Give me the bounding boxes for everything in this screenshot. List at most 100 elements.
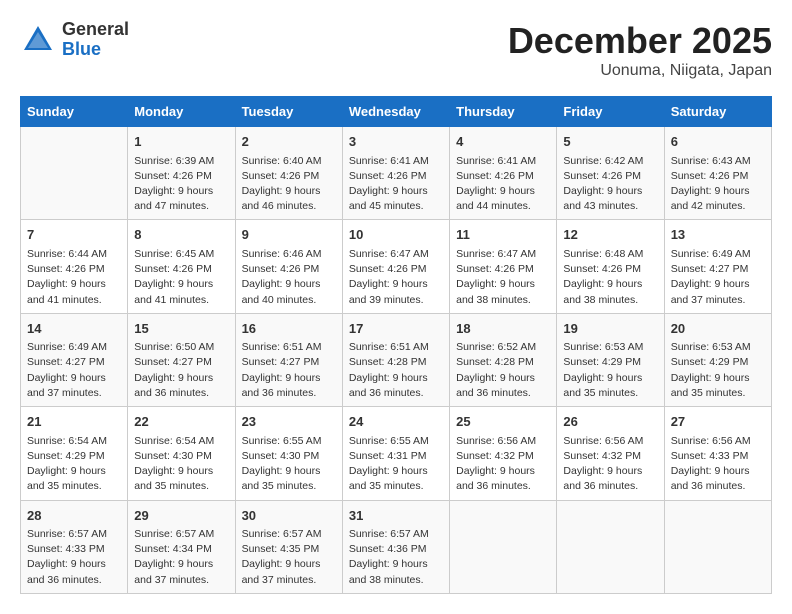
title-block: December 2025 Uonuma, Niigata, Japan bbox=[508, 20, 772, 80]
day-info: Sunrise: 6:45 AMSunset: 4:26 PMDaylight:… bbox=[134, 247, 228, 308]
weekday-header-saturday: Saturday bbox=[664, 97, 771, 127]
day-info: Sunrise: 6:55 AMSunset: 4:30 PMDaylight:… bbox=[242, 434, 336, 495]
day-number: 1 bbox=[134, 132, 228, 152]
day-number: 2 bbox=[242, 132, 336, 152]
day-info: Sunrise: 6:52 AMSunset: 4:28 PMDaylight:… bbox=[456, 340, 550, 401]
calendar-table: SundayMondayTuesdayWednesdayThursdayFrid… bbox=[20, 96, 772, 594]
day-number: 9 bbox=[242, 225, 336, 245]
day-info: Sunrise: 6:57 AMSunset: 4:33 PMDaylight:… bbox=[27, 527, 121, 588]
day-number: 13 bbox=[671, 225, 765, 245]
calendar-cell: 17Sunrise: 6:51 AMSunset: 4:28 PMDayligh… bbox=[342, 313, 449, 406]
day-info: Sunrise: 6:41 AMSunset: 4:26 PMDaylight:… bbox=[456, 154, 550, 215]
day-info: Sunrise: 6:46 AMSunset: 4:26 PMDaylight:… bbox=[242, 247, 336, 308]
calendar-cell: 19Sunrise: 6:53 AMSunset: 4:29 PMDayligh… bbox=[557, 313, 664, 406]
calendar-cell: 6Sunrise: 6:43 AMSunset: 4:26 PMDaylight… bbox=[664, 127, 771, 220]
week-row-4: 21Sunrise: 6:54 AMSunset: 4:29 PMDayligh… bbox=[21, 407, 772, 500]
calendar-cell: 4Sunrise: 6:41 AMSunset: 4:26 PMDaylight… bbox=[450, 127, 557, 220]
day-number: 14 bbox=[27, 319, 121, 339]
day-info: Sunrise: 6:51 AMSunset: 4:28 PMDaylight:… bbox=[349, 340, 443, 401]
day-number: 30 bbox=[242, 506, 336, 526]
calendar-cell: 22Sunrise: 6:54 AMSunset: 4:30 PMDayligh… bbox=[128, 407, 235, 500]
calendar-cell: 11Sunrise: 6:47 AMSunset: 4:26 PMDayligh… bbox=[450, 220, 557, 313]
calendar-cell: 14Sunrise: 6:49 AMSunset: 4:27 PMDayligh… bbox=[21, 313, 128, 406]
day-number: 31 bbox=[349, 506, 443, 526]
day-number: 5 bbox=[563, 132, 657, 152]
day-number: 11 bbox=[456, 225, 550, 245]
day-info: Sunrise: 6:57 AMSunset: 4:35 PMDaylight:… bbox=[242, 527, 336, 588]
day-info: Sunrise: 6:56 AMSunset: 4:33 PMDaylight:… bbox=[671, 434, 765, 495]
week-row-2: 7Sunrise: 6:44 AMSunset: 4:26 PMDaylight… bbox=[21, 220, 772, 313]
calendar-cell: 8Sunrise: 6:45 AMSunset: 4:26 PMDaylight… bbox=[128, 220, 235, 313]
day-info: Sunrise: 6:54 AMSunset: 4:29 PMDaylight:… bbox=[27, 434, 121, 495]
day-info: Sunrise: 6:53 AMSunset: 4:29 PMDaylight:… bbox=[671, 340, 765, 401]
weekday-header-friday: Friday bbox=[557, 97, 664, 127]
logo-blue: Blue bbox=[62, 39, 101, 59]
day-info: Sunrise: 6:44 AMSunset: 4:26 PMDaylight:… bbox=[27, 247, 121, 308]
day-number: 16 bbox=[242, 319, 336, 339]
day-number: 27 bbox=[671, 412, 765, 432]
day-number: 3 bbox=[349, 132, 443, 152]
day-info: Sunrise: 6:57 AMSunset: 4:36 PMDaylight:… bbox=[349, 527, 443, 588]
calendar-cell: 15Sunrise: 6:50 AMSunset: 4:27 PMDayligh… bbox=[128, 313, 235, 406]
day-info: Sunrise: 6:39 AMSunset: 4:26 PMDaylight:… bbox=[134, 154, 228, 215]
day-info: Sunrise: 6:47 AMSunset: 4:26 PMDaylight:… bbox=[456, 247, 550, 308]
calendar-cell: 18Sunrise: 6:52 AMSunset: 4:28 PMDayligh… bbox=[450, 313, 557, 406]
calendar-cell: 7Sunrise: 6:44 AMSunset: 4:26 PMDaylight… bbox=[21, 220, 128, 313]
calendar-cell: 24Sunrise: 6:55 AMSunset: 4:31 PMDayligh… bbox=[342, 407, 449, 500]
day-info: Sunrise: 6:40 AMSunset: 4:26 PMDaylight:… bbox=[242, 154, 336, 215]
weekday-header-tuesday: Tuesday bbox=[235, 97, 342, 127]
day-number: 15 bbox=[134, 319, 228, 339]
day-number: 17 bbox=[349, 319, 443, 339]
month-title: December 2025 bbox=[508, 20, 772, 62]
calendar-cell: 31Sunrise: 6:57 AMSunset: 4:36 PMDayligh… bbox=[342, 500, 449, 593]
calendar-cell: 28Sunrise: 6:57 AMSunset: 4:33 PMDayligh… bbox=[21, 500, 128, 593]
calendar-cell: 23Sunrise: 6:55 AMSunset: 4:30 PMDayligh… bbox=[235, 407, 342, 500]
weekday-header-sunday: Sunday bbox=[21, 97, 128, 127]
day-info: Sunrise: 6:56 AMSunset: 4:32 PMDaylight:… bbox=[563, 434, 657, 495]
day-info: Sunrise: 6:56 AMSunset: 4:32 PMDaylight:… bbox=[456, 434, 550, 495]
day-info: Sunrise: 6:49 AMSunset: 4:27 PMDaylight:… bbox=[671, 247, 765, 308]
calendar-cell: 3Sunrise: 6:41 AMSunset: 4:26 PMDaylight… bbox=[342, 127, 449, 220]
calendar-cell: 30Sunrise: 6:57 AMSunset: 4:35 PMDayligh… bbox=[235, 500, 342, 593]
day-number: 29 bbox=[134, 506, 228, 526]
calendar-cell: 1Sunrise: 6:39 AMSunset: 4:26 PMDaylight… bbox=[128, 127, 235, 220]
day-number: 22 bbox=[134, 412, 228, 432]
calendar-cell: 20Sunrise: 6:53 AMSunset: 4:29 PMDayligh… bbox=[664, 313, 771, 406]
calendar-cell: 29Sunrise: 6:57 AMSunset: 4:34 PMDayligh… bbox=[128, 500, 235, 593]
calendar-cell bbox=[450, 500, 557, 593]
day-number: 21 bbox=[27, 412, 121, 432]
day-info: Sunrise: 6:41 AMSunset: 4:26 PMDaylight:… bbox=[349, 154, 443, 215]
calendar-cell: 26Sunrise: 6:56 AMSunset: 4:32 PMDayligh… bbox=[557, 407, 664, 500]
page-header: General Blue December 2025 Uonuma, Niiga… bbox=[20, 20, 772, 80]
weekday-header-wednesday: Wednesday bbox=[342, 97, 449, 127]
day-info: Sunrise: 6:54 AMSunset: 4:30 PMDaylight:… bbox=[134, 434, 228, 495]
day-info: Sunrise: 6:55 AMSunset: 4:31 PMDaylight:… bbox=[349, 434, 443, 495]
logo: General Blue bbox=[20, 20, 129, 60]
location: Uonuma, Niigata, Japan bbox=[508, 62, 772, 80]
weekday-header-monday: Monday bbox=[128, 97, 235, 127]
logo-icon bbox=[20, 22, 56, 58]
day-info: Sunrise: 6:48 AMSunset: 4:26 PMDaylight:… bbox=[563, 247, 657, 308]
calendar-cell bbox=[557, 500, 664, 593]
calendar-cell: 10Sunrise: 6:47 AMSunset: 4:26 PMDayligh… bbox=[342, 220, 449, 313]
day-number: 26 bbox=[563, 412, 657, 432]
logo-text: General Blue bbox=[62, 20, 129, 60]
day-number: 28 bbox=[27, 506, 121, 526]
calendar-cell bbox=[664, 500, 771, 593]
day-number: 4 bbox=[456, 132, 550, 152]
calendar-cell: 25Sunrise: 6:56 AMSunset: 4:32 PMDayligh… bbox=[450, 407, 557, 500]
calendar-cell: 13Sunrise: 6:49 AMSunset: 4:27 PMDayligh… bbox=[664, 220, 771, 313]
day-number: 20 bbox=[671, 319, 765, 339]
day-number: 25 bbox=[456, 412, 550, 432]
day-number: 12 bbox=[563, 225, 657, 245]
day-number: 8 bbox=[134, 225, 228, 245]
logo-general: General bbox=[62, 19, 129, 39]
day-info: Sunrise: 6:43 AMSunset: 4:26 PMDaylight:… bbox=[671, 154, 765, 215]
day-number: 19 bbox=[563, 319, 657, 339]
day-info: Sunrise: 6:47 AMSunset: 4:26 PMDaylight:… bbox=[349, 247, 443, 308]
weekday-header-row: SundayMondayTuesdayWednesdayThursdayFrid… bbox=[21, 97, 772, 127]
day-info: Sunrise: 6:57 AMSunset: 4:34 PMDaylight:… bbox=[134, 527, 228, 588]
day-info: Sunrise: 6:49 AMSunset: 4:27 PMDaylight:… bbox=[27, 340, 121, 401]
calendar-cell bbox=[21, 127, 128, 220]
day-info: Sunrise: 6:50 AMSunset: 4:27 PMDaylight:… bbox=[134, 340, 228, 401]
